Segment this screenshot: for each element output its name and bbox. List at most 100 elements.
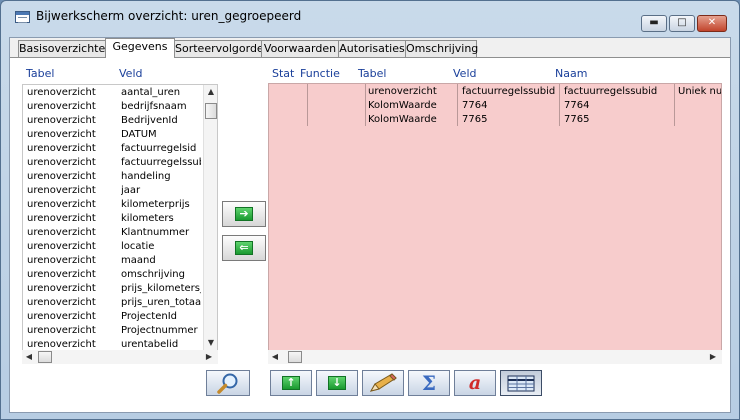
cell-naam[interactable]: 7764	[564, 99, 672, 113]
grid-header-stat: Stat	[272, 67, 295, 80]
list-item-veld: aantal_uren	[121, 87, 181, 98]
cell-veld[interactable]: 7764	[462, 99, 556, 113]
list-item[interactable]: urenoverzicht prijs_kilometers_t	[23, 282, 217, 296]
edit-button[interactable]	[362, 370, 404, 396]
list-item-veld: BedrijvenId	[121, 115, 178, 126]
scroll-right-icon[interactable]: ▶	[708, 351, 718, 363]
list-item-veld: ProjectenId	[121, 311, 178, 322]
list-item-tabel: urenoverzicht	[27, 311, 96, 322]
dialog-body: Basisoverzichten Gegevens Sorteervolgord…	[9, 37, 731, 413]
list-item-tabel: urenoverzicht	[27, 269, 96, 280]
tab-voorwaarden[interactable]: Voorwaarden	[261, 40, 339, 57]
list-item[interactable]: urenoverzicht bedrijfsnaam	[23, 100, 217, 114]
list-item-veld: kilometerprijs	[121, 199, 190, 210]
scroll-up-icon[interactable]: ▲	[206, 87, 216, 97]
list-item[interactable]: urenoverzicht prijs_uren_totaal	[23, 296, 217, 310]
scroll-left-icon[interactable]: ◀	[24, 351, 34, 363]
arrow-up-icon: ↑	[282, 376, 300, 390]
list-item[interactable]: urenoverzicht kilometers	[23, 212, 217, 226]
list-item[interactable]: urenoverzicht kilometerprijs	[23, 198, 217, 212]
list-item-tabel: urenoverzicht	[27, 297, 96, 308]
list-item[interactable]: urenoverzicht Projectnummer	[23, 324, 217, 338]
list-item-veld: factuurregelsid	[121, 143, 197, 154]
list-item[interactable]: urenoverzicht DATUM	[23, 128, 217, 142]
list-item-veld: kilometers	[121, 213, 174, 224]
list-item-tabel: urenoverzicht	[27, 157, 96, 168]
list-item[interactable]: urenoverzicht factuurregelsid	[23, 142, 217, 156]
list-item-tabel: urenoverzicht	[27, 171, 96, 182]
list-item[interactable]: urenoverzicht omschrijving	[23, 268, 217, 282]
scroll-right-icon[interactable]: ▶	[204, 351, 214, 363]
minimize-button[interactable]: ▬	[641, 15, 667, 32]
sum-button[interactable]: Σ	[408, 370, 450, 396]
table-grid-icon	[507, 375, 535, 392]
available-fields-list[interactable]: urenoverzicht aantal_uren urenoverzicht be…	[22, 84, 218, 353]
cell-extra[interactable]: Uniek nu	[678, 85, 721, 99]
cell-veld[interactable]: factuurregelssubid	[462, 85, 556, 99]
format-text-button[interactable]: a	[454, 370, 496, 396]
tab-gegevens[interactable]: Gegevens	[105, 38, 175, 58]
column-divider	[365, 84, 366, 126]
pencil-icon	[369, 373, 397, 392]
column-divider	[457, 84, 458, 126]
grid-header-naam: Naam	[555, 67, 588, 80]
grid-view-button[interactable]	[500, 370, 542, 396]
title-bar[interactable]: Bijwerkscherm overzicht: uren_gegroepeer…	[1, 1, 739, 32]
column-divider	[559, 84, 560, 126]
scroll-thumb[interactable]	[288, 351, 302, 363]
grid-header-functie: Functie	[300, 67, 340, 80]
list-item-tabel: urenoverzicht	[27, 241, 96, 252]
cell-naam[interactable]: factuurregelssubid	[564, 85, 672, 99]
tab-basisoverzichten[interactable]: Basisoverzichten	[18, 40, 112, 57]
selected-fields-grid[interactable]: urenoverzicht factuurregelssubid factuur…	[268, 83, 722, 351]
sigma-icon: Σ	[421, 371, 437, 395]
close-button[interactable]: ✕	[697, 15, 727, 32]
list-item[interactable]: urenoverzicht Klantnummer	[23, 226, 217, 240]
cell-veld[interactable]: 7765	[462, 113, 556, 127]
tab-autorisaties[interactable]: Autorisaties	[338, 40, 406, 57]
list-item-tabel: urenoverzicht	[27, 101, 96, 112]
move-down-button[interactable]: ↓	[316, 370, 358, 396]
cell-naam[interactable]: 7765	[564, 113, 672, 127]
left-list-vertical-scrollbar[interactable]: ▲ ▼	[203, 85, 217, 352]
tab-sorteervolgorde[interactable]: Sorteervolgorde	[174, 40, 264, 57]
scroll-down-icon[interactable]: ▼	[206, 338, 216, 348]
list-item[interactable]: urenoverzicht BedrijvenId	[23, 114, 217, 128]
cell-tabel[interactable]: KolomWaarde	[368, 113, 437, 127]
left-header-tabel: Tabel	[26, 67, 55, 80]
list-item-veld: jaar	[121, 185, 141, 196]
list-item-tabel: urenoverzicht	[27, 129, 96, 140]
list-item[interactable]: urenoverzicht factuurregelssubid	[23, 156, 217, 170]
form-icon	[15, 11, 30, 23]
list-item[interactable]: urenoverzicht handeling	[23, 170, 217, 184]
scroll-left-icon[interactable]: ◀	[270, 351, 280, 363]
list-item[interactable]: urenoverzicht ProjectenId	[23, 310, 217, 324]
list-item[interactable]: urenoverzicht locatie	[23, 240, 217, 254]
remove-field-button[interactable]: ⇐	[222, 235, 266, 261]
list-item-tabel: urenoverzicht	[27, 227, 96, 238]
column-divider	[674, 84, 675, 126]
list-item-veld: maand	[121, 255, 156, 266]
left-header-veld: Veld	[119, 67, 143, 80]
scroll-thumb[interactable]	[38, 351, 52, 363]
maximize-button[interactable]: □	[669, 15, 695, 32]
tab-omschrijving[interactable]: Omschrijving	[405, 40, 478, 57]
grid-horizontal-scrollbar[interactable]: ◀ ▶	[268, 350, 722, 364]
scroll-thumb[interactable]	[205, 103, 217, 119]
search-button[interactable]	[206, 370, 250, 396]
window-title: Bijwerkscherm overzicht: uren_gegroepeer…	[36, 9, 302, 23]
left-list-horizontal-scrollbar[interactable]: ◀ ▶	[22, 350, 218, 364]
cell-tabel[interactable]: urenoverzicht	[368, 85, 437, 99]
list-item[interactable]: urenoverzicht jaar	[23, 184, 217, 198]
list-item[interactable]: urenoverzicht maand	[23, 254, 217, 268]
list-item[interactable]: urenoverzicht aantal_uren	[23, 86, 217, 100]
list-item-tabel: urenoverzicht	[27, 115, 96, 126]
grid-header-veld: Veld	[453, 67, 477, 80]
add-field-button[interactable]: ➔	[222, 201, 266, 227]
move-up-button[interactable]: ↑	[270, 370, 312, 396]
list-item-tabel: urenoverzicht	[27, 185, 96, 196]
list-item-tabel: urenoverzicht	[27, 213, 96, 224]
list-item-veld: factuurregelssubid	[121, 157, 201, 168]
list-item-veld: handeling	[121, 171, 171, 182]
cell-tabel[interactable]: KolomWaarde	[368, 99, 437, 113]
